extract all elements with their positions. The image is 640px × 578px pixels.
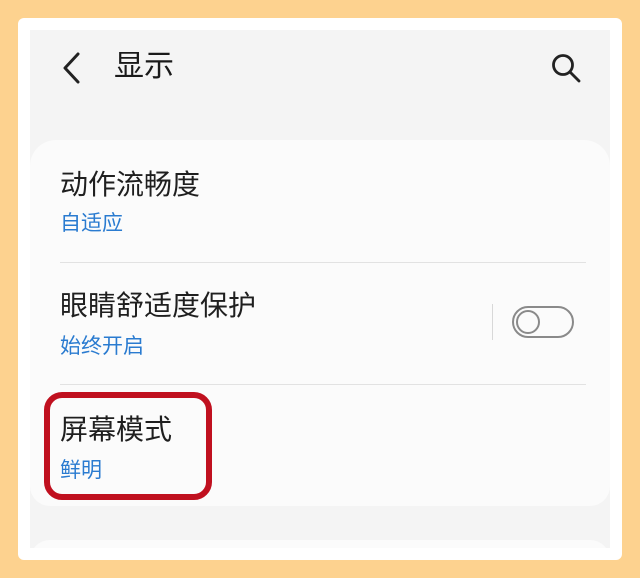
toggle-separator	[492, 304, 493, 340]
setting-title: 动作流畅度	[60, 168, 201, 201]
eye-comfort-toggle[interactable]	[512, 306, 574, 338]
chevron-left-icon	[63, 52, 80, 84]
setting-screen-mode[interactable]: 屏幕模式 鲜明	[30, 400, 610, 500]
next-settings-card	[30, 540, 610, 548]
page-title: 显示	[114, 49, 174, 84]
setting-subtitle: 自适应	[60, 211, 123, 235]
setting-motion-smoothness[interactable]: 动作流畅度 自适应	[30, 160, 610, 260]
setting-title: 眼睛舒适度保护	[60, 289, 257, 322]
toggle-knob	[516, 310, 540, 334]
divider	[60, 262, 586, 263]
setting-title: 屏幕模式	[60, 413, 173, 446]
search-button[interactable]	[546, 48, 586, 88]
app-header: 显示	[30, 30, 610, 110]
setting-subtitle: 鲜明	[60, 458, 102, 482]
divider	[60, 384, 586, 385]
phone-screen: 显示 动作流畅度 自适应 眼睛舒适度保护 始终开启 屏幕模式 鲜明	[30, 30, 610, 548]
setting-subtitle: 始终开启	[60, 334, 144, 358]
search-icon	[552, 54, 581, 83]
back-button[interactable]	[52, 48, 92, 88]
